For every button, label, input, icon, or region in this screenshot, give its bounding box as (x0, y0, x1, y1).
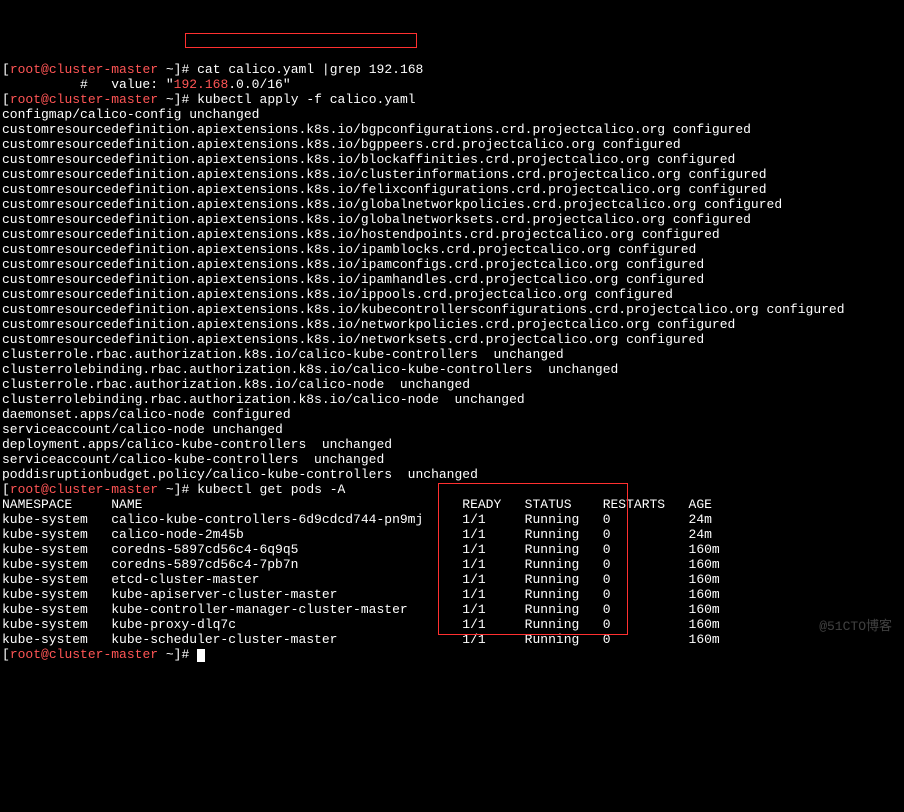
prompt-line-4: [root@cluster-master ~]# (2, 647, 902, 662)
output-line: clusterrolebinding.rbac.authorization.k8… (2, 362, 902, 377)
output-line: customresourcedefinition.apiextensions.k… (2, 332, 902, 347)
output-line: customresourcedefinition.apiextensions.k… (2, 242, 902, 257)
cat-output: # value: "192.168.0.0/16" (2, 77, 902, 92)
pods-header-row: NAMESPACE NAME READY STATUS RESTARTS AGE (2, 497, 902, 512)
table-row: kube-system kube-apiserver-cluster-maste… (2, 587, 902, 602)
output-line: customresourcedefinition.apiextensions.k… (2, 212, 902, 227)
output-line: serviceaccount/calico-node unchanged (2, 422, 902, 437)
cursor-icon (197, 649, 205, 662)
prompt-line-1: [root@cluster-master ~]# cat calico.yaml… (2, 62, 902, 77)
prompt-line-2: [root@cluster-master ~]# kubectl apply -… (2, 92, 902, 107)
output-line: configmap/calico-config unchanged (2, 107, 902, 122)
output-line: serviceaccount/calico-kube-controllers u… (2, 452, 902, 467)
output-line: customresourcedefinition.apiextensions.k… (2, 287, 902, 302)
table-row: kube-system kube-proxy-dlq7c 1/1 Running… (2, 617, 902, 632)
output-line: deployment.apps/calico-kube-controllers … (2, 437, 902, 452)
get-pods-command: kubectl get pods -A (197, 482, 345, 497)
output-line: customresourcedefinition.apiextensions.k… (2, 167, 902, 182)
output-line: customresourcedefinition.apiextensions.k… (2, 137, 902, 152)
apply-command: kubectl apply -f calico.yaml (197, 92, 415, 107)
output-line: poddisruptionbudget.policy/calico-kube-c… (2, 467, 902, 482)
terminal-area[interactable]: [root@cluster-master ~]# cat calico.yaml… (2, 62, 902, 662)
table-row: kube-system calico-kube-controllers-6d9c… (2, 512, 902, 527)
apply-output: configmap/calico-config unchangedcustomr… (2, 107, 902, 482)
table-row: kube-system kube-scheduler-cluster-maste… (2, 632, 902, 647)
highlight-box-command (185, 33, 417, 48)
output-line: customresourcedefinition.apiextensions.k… (2, 272, 902, 287)
output-line: customresourcedefinition.apiextensions.k… (2, 152, 902, 167)
table-row: kube-system kube-controller-manager-clus… (2, 602, 902, 617)
output-line: customresourcedefinition.apiextensions.k… (2, 257, 902, 272)
prompt-line-3: [root@cluster-master ~]# kubectl get pod… (2, 482, 902, 497)
table-row: kube-system calico-node-2m45b 1/1 Runnin… (2, 527, 902, 542)
output-line: customresourcedefinition.apiextensions.k… (2, 122, 902, 137)
table-row: kube-system etcd-cluster-master 1/1 Runn… (2, 572, 902, 587)
output-line: customresourcedefinition.apiextensions.k… (2, 317, 902, 332)
output-line: customresourcedefinition.apiextensions.k… (2, 182, 902, 197)
output-line: customresourcedefinition.apiextensions.k… (2, 197, 902, 212)
output-line: customresourcedefinition.apiextensions.k… (2, 302, 902, 317)
output-line: clusterrole.rbac.authorization.k8s.io/ca… (2, 377, 902, 392)
cat-command: cat calico.yaml |grep 192.168 (197, 62, 423, 77)
table-row: kube-system coredns-5897cd56c4-6q9q5 1/1… (2, 542, 902, 557)
output-line: clusterrolebinding.rbac.authorization.k8… (2, 392, 902, 407)
pods-output: NAMESPACE NAME READY STATUS RESTARTS AGE… (2, 497, 902, 647)
output-line: daemonset.apps/calico-node configured (2, 407, 902, 422)
output-line: clusterrole.rbac.authorization.k8s.io/ca… (2, 347, 902, 362)
watermark: @51CTO博客 (819, 619, 892, 634)
output-line: customresourcedefinition.apiextensions.k… (2, 227, 902, 242)
table-row: kube-system coredns-5897cd56c4-7pb7n 1/1… (2, 557, 902, 572)
